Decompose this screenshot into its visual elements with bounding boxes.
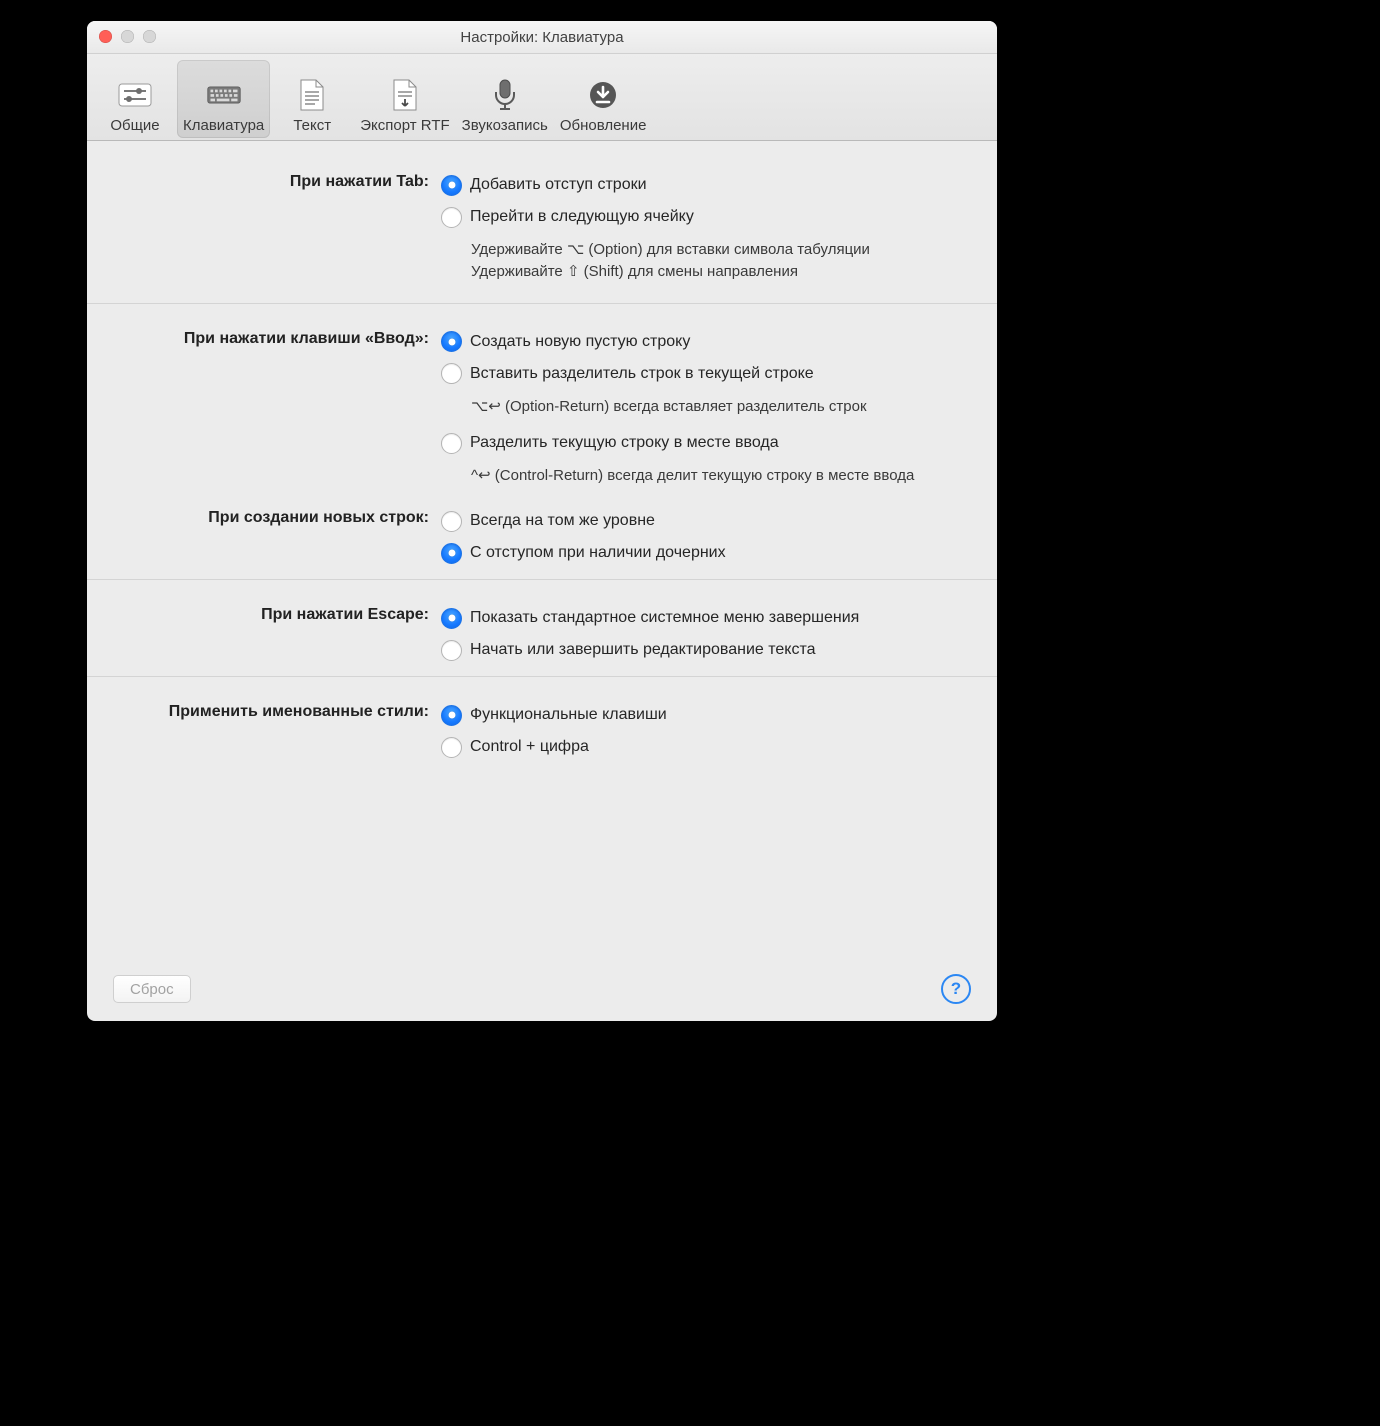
- window-controls: [99, 30, 156, 43]
- tab-label: Звукозапись: [462, 117, 548, 134]
- microphone-icon: [487, 77, 523, 113]
- setting-row-tab: При нажатии Tab: Добавить отступ строки …: [113, 169, 971, 293]
- hint-line: Удерживайте ⌥ (Option) для вставки симво…: [471, 239, 971, 261]
- option-return-split[interactable]: Разделить текущую строку в месте ввода: [441, 427, 971, 459]
- footer: Сброс ?: [87, 957, 997, 1021]
- tab-rtf-export[interactable]: Экспорт RTF: [354, 60, 455, 138]
- radio-icon: [441, 433, 462, 454]
- radio-icon: [441, 363, 462, 384]
- setting-label: При нажатии Tab:: [113, 169, 429, 193]
- zoom-window-button[interactable]: [143, 30, 156, 43]
- option-text: С отступом при наличии дочерних: [470, 544, 726, 562]
- option-escape-menu[interactable]: Показать стандартное системное меню заве…: [441, 602, 971, 634]
- keyboard-icon: [206, 77, 242, 113]
- option-text: Создать новую пустую строку: [470, 333, 690, 351]
- window-title: Настройки: Клавиатура: [460, 29, 623, 46]
- option-text: Control + цифра: [470, 738, 589, 756]
- option-text: Начать или завершить редактирование текс…: [470, 641, 816, 659]
- separator: [87, 676, 997, 677]
- setting-label: При нажатии клавиши «Ввод»:: [113, 326, 429, 350]
- option-tab-indent[interactable]: Добавить отступ строки: [441, 169, 971, 201]
- tab-label: Обновление: [560, 117, 647, 134]
- hint-line: Удерживайте ⇧ (Shift) для смены направле…: [471, 261, 971, 283]
- radio-icon: [441, 511, 462, 532]
- separator: [87, 303, 997, 304]
- option-escape-edit[interactable]: Начать или завершить редактирование текс…: [441, 634, 971, 666]
- separator: [87, 579, 997, 580]
- option-text: Всегда на том же уровне: [470, 512, 655, 530]
- radio-icon: [441, 640, 462, 661]
- setting-row-return: При нажатии клавиши «Ввод»: Создать нову…: [113, 326, 971, 498]
- setting-row-newrows: При создании новых строк: Всегда на том …: [113, 505, 971, 569]
- hint-text: Удерживайте ⌥ (Option) для вставки симво…: [471, 239, 971, 283]
- radio-icon: [441, 207, 462, 228]
- option-newrows-indent[interactable]: С отступом при наличии дочерних: [441, 537, 971, 569]
- sliders-icon: [117, 77, 153, 113]
- radio-icon: [441, 705, 462, 726]
- setting-label: При нажатии Escape:: [113, 602, 429, 626]
- tab-general[interactable]: Общие: [93, 60, 177, 138]
- document-lines-icon: [294, 77, 330, 113]
- reset-button[interactable]: Сброс: [113, 975, 191, 1003]
- option-styles-ctrl[interactable]: Control + цифра: [441, 731, 971, 763]
- radio-icon: [441, 175, 462, 196]
- option-text: Разделить текущую строку в месте ввода: [470, 434, 779, 452]
- option-return-linesep[interactable]: Вставить разделитель строк в текущей стр…: [441, 358, 971, 390]
- tab-label: Клавиатура: [183, 117, 264, 134]
- radio-icon: [441, 737, 462, 758]
- option-text: Показать стандартное системное меню заве…: [470, 609, 859, 627]
- preferences-toolbar: Общие Клавиатура Текст Экспорт RTF: [87, 54, 997, 141]
- setting-row-styles: Применить именованные стили: Функциональ…: [113, 699, 971, 763]
- option-newrows-same[interactable]: Всегда на том же уровне: [441, 505, 971, 537]
- option-tab-next-cell[interactable]: Перейти в следующую ячейку: [441, 201, 971, 233]
- option-text: Вставить разделитель строк в текущей стр…: [470, 365, 814, 383]
- tab-label: Общие: [110, 117, 159, 134]
- radio-icon: [441, 608, 462, 629]
- titlebar: Настройки: Клавиатура: [87, 21, 997, 54]
- tab-update[interactable]: Обновление: [554, 60, 653, 138]
- close-window-button[interactable]: [99, 30, 112, 43]
- tab-audio[interactable]: Звукозапись: [456, 60, 554, 138]
- option-styles-fn[interactable]: Функциональные клавиши: [441, 699, 971, 731]
- settings-panel: При нажатии Tab: Добавить отступ строки …: [87, 141, 997, 763]
- tab-label: Текст: [293, 117, 331, 134]
- radio-icon: [441, 543, 462, 564]
- document-arrow-icon: [387, 77, 423, 113]
- tab-keyboard[interactable]: Клавиатура: [177, 60, 270, 138]
- setting-label: Применить именованные стили:: [113, 699, 429, 723]
- setting-label: При создании новых строк:: [113, 505, 429, 529]
- option-return-newrow[interactable]: Создать новую пустую строку: [441, 326, 971, 358]
- hint-text: ^↩ (Control-Return) всегда делит текущую…: [471, 465, 931, 487]
- tab-text[interactable]: Текст: [270, 60, 354, 138]
- help-button[interactable]: ?: [941, 974, 971, 1004]
- setting-row-escape: При нажатии Escape: Показать стандартное…: [113, 602, 971, 666]
- preferences-window: Настройки: Клавиатура Общие Клавиатура Т…: [87, 21, 997, 1021]
- hint-text: ⌥↩ (Option-Return) всегда вставляет разд…: [471, 396, 971, 418]
- radio-icon: [441, 331, 462, 352]
- tab-label: Экспорт RTF: [360, 117, 449, 134]
- option-text: Добавить отступ строки: [470, 176, 647, 194]
- download-circle-icon: [585, 77, 621, 113]
- option-text: Перейти в следующую ячейку: [470, 208, 694, 226]
- minimize-window-button[interactable]: [121, 30, 134, 43]
- option-text: Функциональные клавиши: [470, 706, 667, 724]
